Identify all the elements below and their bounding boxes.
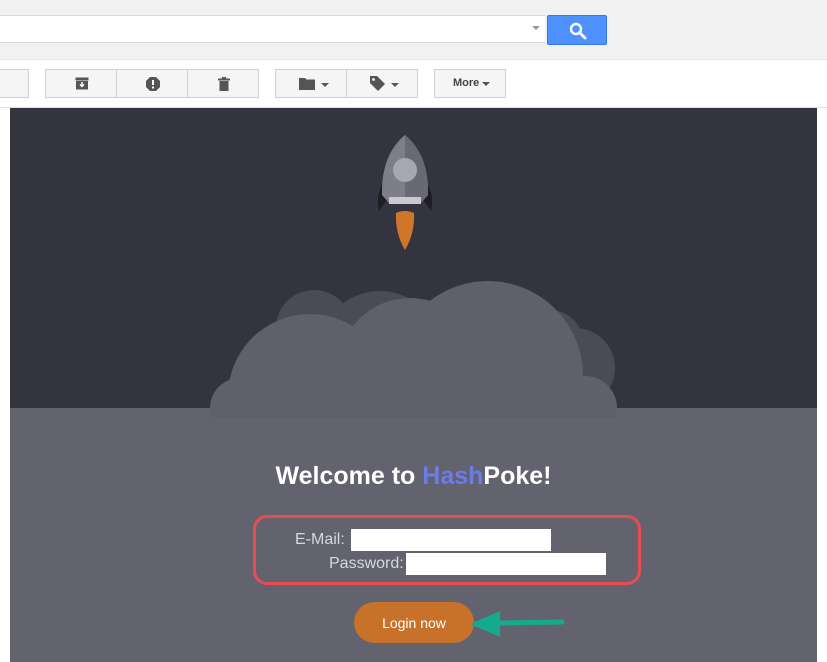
move-to-button[interactable] xyxy=(275,69,347,98)
email-body: Welcome to HashPoke! E-Mail: Password: L… xyxy=(10,108,817,662)
search-options-chevron-down-icon[interactable] xyxy=(532,26,540,30)
labels-button[interactable] xyxy=(346,69,418,98)
report-spam-button[interactable] xyxy=(116,69,188,98)
login-button[interactable]: Login now xyxy=(354,602,474,643)
search-icon xyxy=(569,22,587,40)
rocket-icon xyxy=(377,135,433,250)
welcome-prefix: Welcome to xyxy=(275,462,423,490)
report-spam-icon xyxy=(146,77,160,91)
email-label: E-Mail: xyxy=(295,531,345,548)
more-label: More xyxy=(453,77,480,89)
welcome-heading: Welcome to HashPoke! xyxy=(10,462,817,491)
annotation-arrow-icon xyxy=(470,611,565,637)
archive-button[interactable] xyxy=(45,69,117,98)
search-bar xyxy=(0,0,827,60)
move-to-chevron-down-icon xyxy=(321,83,329,87)
email-field[interactable] xyxy=(351,529,551,551)
search-input[interactable] xyxy=(0,15,545,43)
delete-button[interactable] xyxy=(187,69,259,98)
label-tag-icon xyxy=(370,76,385,91)
labels-chevron-down-icon xyxy=(391,83,399,87)
archive-icon xyxy=(75,77,89,90)
mail-toolbar: More xyxy=(0,60,827,108)
password-field[interactable] xyxy=(406,553,606,575)
more-button[interactable]: More xyxy=(434,69,506,98)
password-label: Password: xyxy=(329,555,404,572)
more-chevron-down-icon xyxy=(482,82,490,86)
search-button[interactable] xyxy=(547,15,607,45)
brand-name-poke: Poke! xyxy=(483,462,552,490)
brand-name-hash: Hash xyxy=(422,462,484,490)
trash-icon xyxy=(218,77,230,91)
folder-icon xyxy=(299,78,315,90)
back-button[interactable] xyxy=(0,69,29,98)
